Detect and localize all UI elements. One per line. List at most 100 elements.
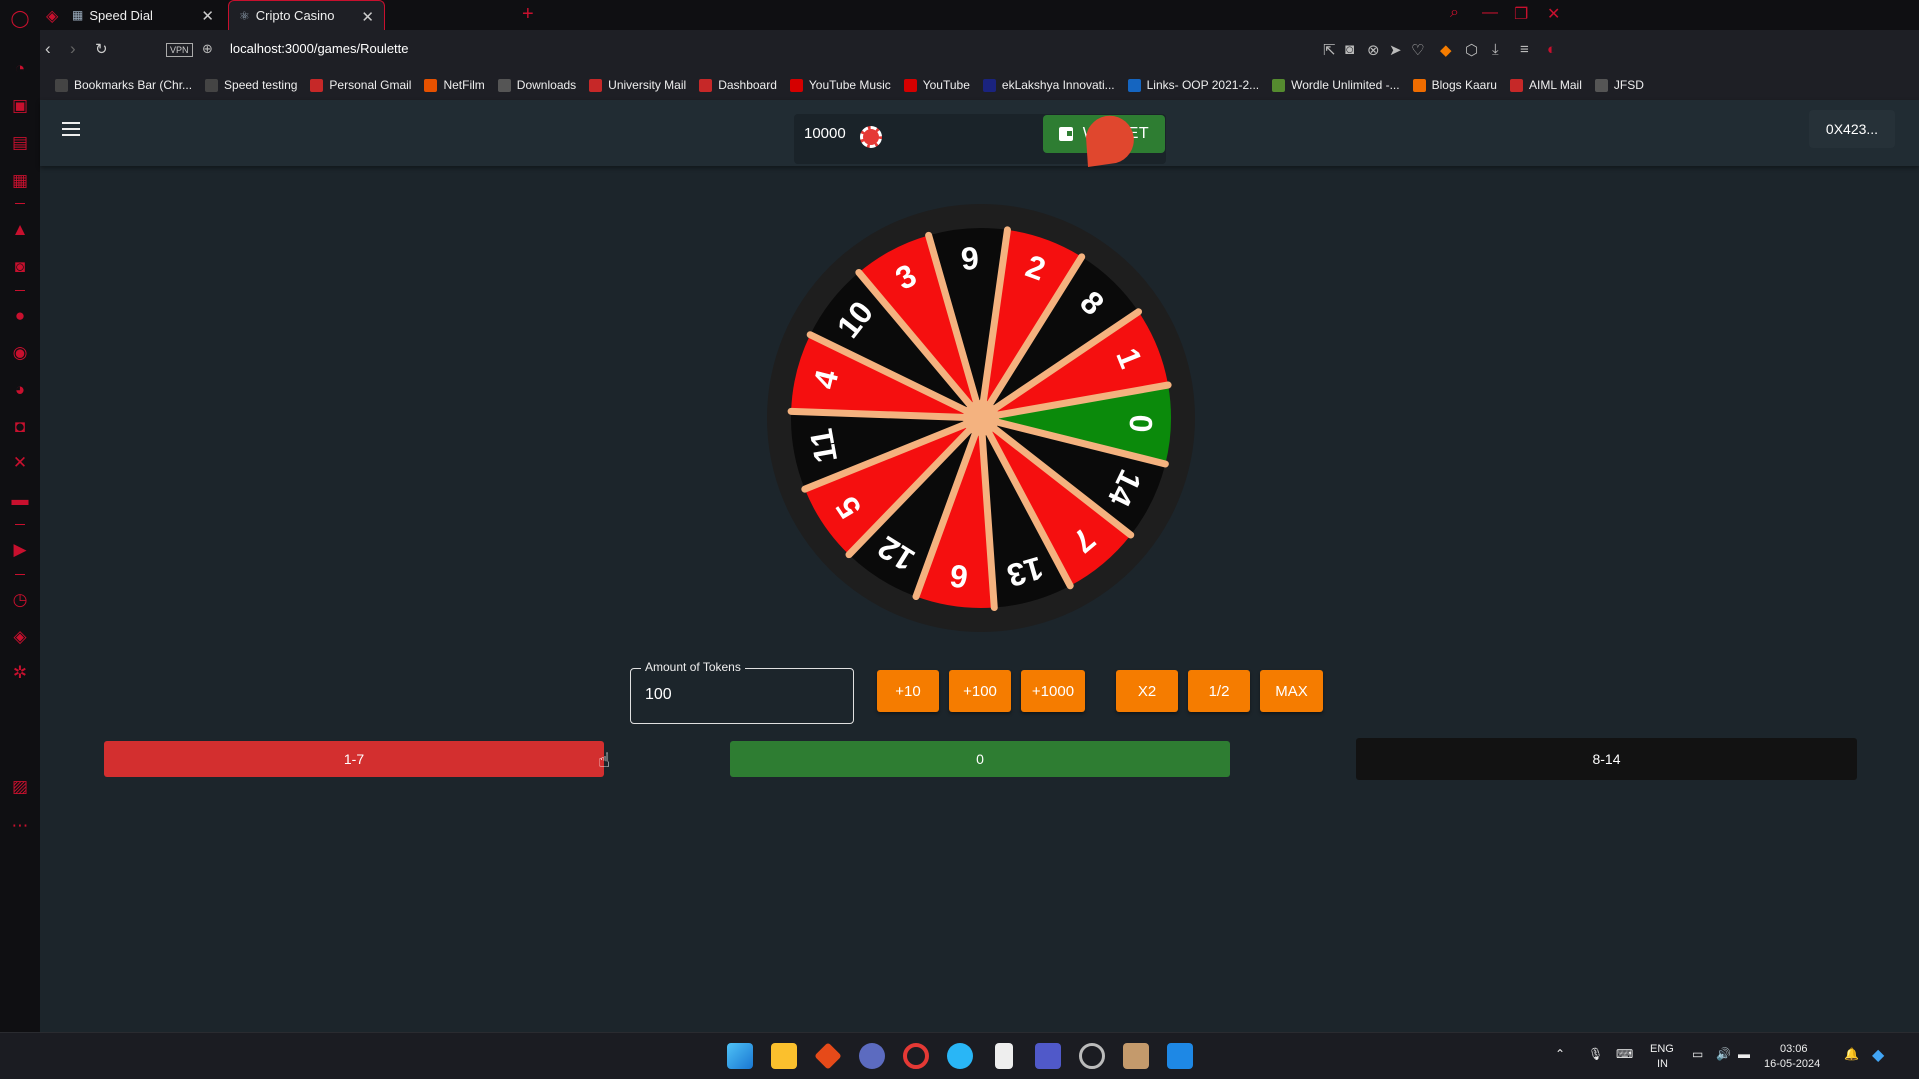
tracker-icon[interactable]: ⊗ <box>1367 41 1380 59</box>
new-tab-button[interactable]: + <box>522 3 534 26</box>
bookmark-item[interactable]: Personal Gmail <box>310 78 411 92</box>
bookmark-item[interactable]: AIML Mail <box>1509 78 1582 92</box>
vscode-icon[interactable] <box>1167 1043 1193 1069</box>
keyboard-icon[interactable]: ⌨ <box>1616 1047 1633 1061</box>
share-icon[interactable]: ⇱ <box>1323 41 1336 59</box>
menu-icon[interactable]: ≡ <box>1520 41 1529 58</box>
account-address-button[interactable]: 0X423... <box>1809 110 1895 148</box>
bookmark-item[interactable]: Blogs Kaaru <box>1412 78 1497 92</box>
bookmark-item[interactable]: Wordle Unlimited -... <box>1272 78 1400 92</box>
double-button[interactable]: X2 <box>1116 670 1178 712</box>
copilot-icon[interactable]: ◆ <box>1872 1045 1884 1065</box>
git-icon[interactable] <box>814 1042 842 1070</box>
tab-menu-icon[interactable]: ◈ <box>46 6 58 26</box>
download-icon[interactable]: ⤓ <box>1492 41 1499 58</box>
more-icon[interactable]: ⋯ <box>9 815 31 837</box>
amount-field[interactable]: Amount of Tokens 100 <box>630 660 854 724</box>
bookmark-item[interactable]: Dashboard <box>699 78 777 92</box>
telegram-icon[interactable]: ◕ <box>9 379 31 401</box>
network-icon[interactable]: ▭ <box>1692 1047 1703 1061</box>
add-1000-button[interactable]: +1000 <box>1021 670 1085 712</box>
volume-icon[interactable]: 🔊 <box>1716 1047 1731 1061</box>
twitch-icon[interactable]: ▤ <box>9 132 31 154</box>
bet-1-7-button[interactable]: 1-7 <box>104 741 604 777</box>
aria-icon[interactable]: ▲ <box>9 219 31 241</box>
notepad-icon[interactable] <box>995 1043 1013 1069</box>
send-icon[interactable]: ➤ <box>1389 41 1402 59</box>
battery-icon[interactable]: ▬ <box>1738 1047 1750 1061</box>
whatsapp-icon[interactable]: ◉ <box>9 342 31 364</box>
add-10-button[interactable]: +10 <box>877 670 939 712</box>
clock-date[interactable]: 16-05-2024 <box>1764 1058 1820 1070</box>
player-icon[interactable]: ▶ <box>9 539 31 561</box>
add-100-button[interactable]: +100 <box>949 670 1011 712</box>
tab-cripto-casino[interactable]: ⚛ Cripto Casino ✕ <box>228 0 385 30</box>
metamask-icon[interactable]: ◆ <box>1440 41 1452 59</box>
instagram-icon[interactable]: ◘ <box>9 416 31 438</box>
forward-icon[interactable]: › <box>70 39 76 59</box>
settings-icon[interactable]: ✲ <box>9 662 31 684</box>
history-icon[interactable]: ◷ <box>9 589 31 611</box>
region-label[interactable]: IN <box>1657 1058 1668 1070</box>
bookmark-item[interactable]: Speed testing <box>205 78 297 92</box>
language-label[interactable]: ENG <box>1650 1043 1674 1055</box>
opera-logo-icon[interactable]: ◯ <box>9 8 31 30</box>
tab-strip: ◈ ▦ Speed Dial ✕ ⚛ Cripto Casino ✕ + ⌕ —… <box>40 0 1919 30</box>
messenger-icon[interactable]: ● <box>9 305 31 327</box>
edge-icon[interactable] <box>947 1043 973 1069</box>
x-icon[interactable]: ✕ <box>9 452 31 474</box>
chatgpt-icon[interactable]: ◙ <box>9 256 31 278</box>
bookmark-item[interactable]: Links- OOP 2021-2... <box>1127 78 1259 92</box>
shopping-icon[interactable]: ▣ <box>9 95 31 117</box>
close-icon[interactable]: ✕ <box>201 7 214 25</box>
url-field[interactable]: localhost:3000/games/Roulette <box>230 41 409 56</box>
minimize-icon[interactable]: — <box>1482 4 1498 22</box>
bookmark-item[interactable]: Bookmarks Bar (Chr... <box>55 78 192 92</box>
tab-speed-dial[interactable]: ▦ Speed Dial ✕ <box>62 0 224 30</box>
search-icon[interactable]: ⌕ <box>1450 4 1459 22</box>
amount-input[interactable]: 100 <box>645 686 672 704</box>
package-icon[interactable] <box>1123 1043 1149 1069</box>
opera-icon[interactable] <box>903 1043 929 1069</box>
wheel-number: 9 <box>960 240 980 277</box>
half-button[interactable]: 1/2 <box>1188 670 1250 712</box>
bookmark-item[interactable]: University Mail <box>589 78 686 92</box>
vpn-badge[interactable]: VPN <box>166 43 193 57</box>
cube-icon[interactable]: ⬡ <box>1465 41 1478 59</box>
bookmark-item[interactable]: ekLakshya Innovati... <box>982 78 1115 92</box>
restore-icon[interactable]: ❐ <box>1514 4 1528 24</box>
notification-icon[interactable]: 🔔 <box>1844 1047 1859 1061</box>
bookmark-item[interactable]: NetFilm <box>424 78 485 92</box>
teams-icon[interactable] <box>1035 1043 1061 1069</box>
microphone-icon[interactable]: 🎙 <box>1588 1047 1603 1061</box>
news-icon[interactable]: ▦ <box>9 170 31 192</box>
speed-icon[interactable]: ◔ <box>9 58 31 80</box>
extensions-icon[interactable]: ◈ <box>9 626 31 648</box>
windows-start-icon[interactable] <box>727 1043 753 1069</box>
bet-8-14-button[interactable]: 8-14 <box>1356 738 1857 780</box>
tray-chevron-icon[interactable]: ⌃ <box>1555 1047 1565 1061</box>
github-desktop-icon[interactable] <box>1079 1043 1105 1069</box>
close-icon[interactable]: ✕ <box>361 8 374 26</box>
file-explorer-icon[interactable] <box>771 1043 797 1069</box>
max-button[interactable]: MAX <box>1260 670 1323 712</box>
bookmark-item[interactable]: YouTube <box>903 78 970 92</box>
heart-icon[interactable]: ♡ <box>1411 41 1424 59</box>
discord-icon[interactable]: ▬ <box>9 489 31 511</box>
menu-icon[interactable] <box>62 122 80 140</box>
wallet-icon <box>1058 127 1073 141</box>
clock-time[interactable]: 03:06 <box>1780 1043 1808 1055</box>
app-icon[interactable] <box>859 1043 885 1069</box>
bookmark-item[interactable]: Downloads <box>497 78 576 92</box>
wallpaper-icon[interactable]: ▨ <box>9 776 31 798</box>
bookmark-item[interactable]: YouTube Music <box>789 78 891 92</box>
windows-taskbar: ⌃ 🎙 ⌨ ENG IN ▭ 🔊 ▬ 03:06 16-05-2024 🔔 ◆ <box>0 1032 1919 1079</box>
bookmark-item[interactable]: JFSD <box>1594 78 1644 92</box>
bet-0-button[interactable]: 0 <box>730 741 1230 777</box>
bookmark-label: YouTube <box>922 78 970 92</box>
back-icon[interactable]: ‹ <box>45 39 51 59</box>
profile-icon[interactable]: ◐ <box>1547 41 1556 58</box>
close-window-icon[interactable]: ✕ <box>1547 4 1560 24</box>
camera-icon[interactable]: ◙ <box>1345 41 1354 58</box>
reload-icon[interactable]: ↻ <box>95 40 108 58</box>
